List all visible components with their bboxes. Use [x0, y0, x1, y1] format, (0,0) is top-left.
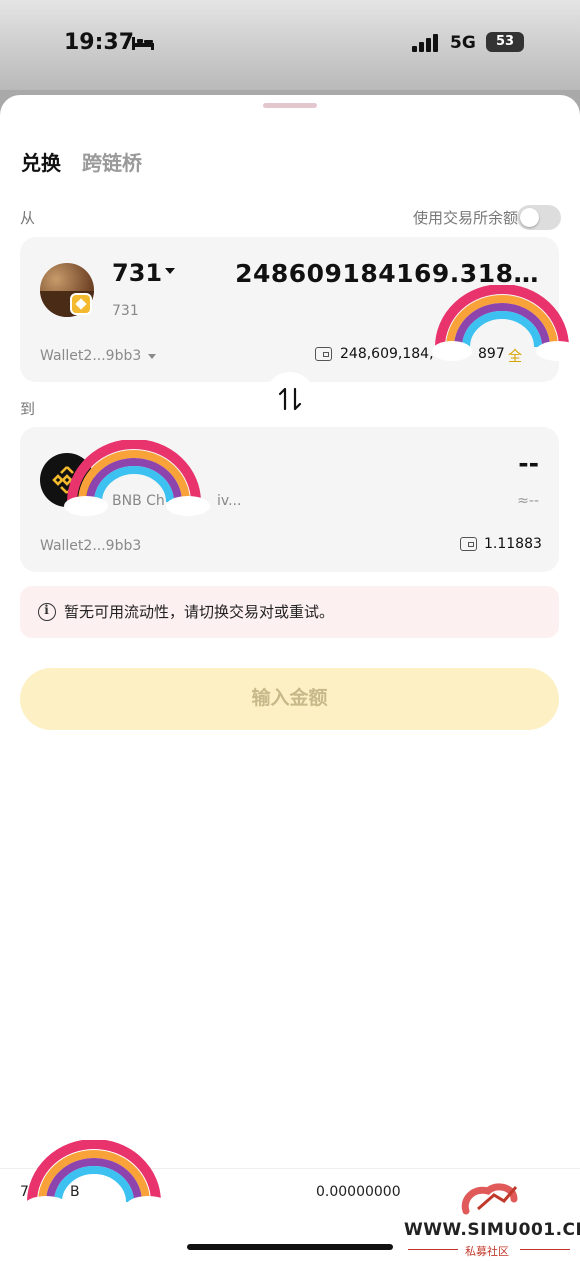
bnb-chain-badge-icon [70, 293, 92, 315]
no-liquidity-alert: 暂无可用流动性，请切换交易对或重试。 [20, 586, 559, 638]
from-token-selector[interactable]: 731 [112, 259, 162, 287]
use-exchange-balance-label: 使用交易所余额 [412, 209, 518, 227]
watermark-url: WWW.SIMU001.CN [404, 1220, 580, 1240]
watermark-divider [408, 1249, 458, 1250]
sleep-focus-icon [132, 37, 154, 50]
to-amount-value: -- [518, 449, 539, 478]
to-amount-approx: ≈-- [517, 493, 539, 509]
to-balance: 1.11883 [484, 536, 542, 552]
network-type: 5G [450, 33, 476, 53]
wallet-icon [315, 347, 332, 361]
bottom-token-value: 0.00000000 [316, 1184, 401, 1200]
watermark-subtitle: 私募社区 [465, 1245, 509, 1258]
rainbow-sticker [64, 440, 210, 516]
from-wallet-selector[interactable]: Wallet2...9bb3 [40, 348, 141, 364]
swap-arrows-icon[interactable] [277, 386, 303, 412]
chevron-down-icon[interactable] [165, 268, 175, 274]
enter-amount-button[interactable]: 输入金额 [20, 668, 559, 730]
home-indicator[interactable] [187, 1244, 393, 1250]
to-wallet-selector[interactable]: Wallet2...9bb3 [40, 538, 141, 554]
rainbow-sticker [24, 1140, 170, 1216]
tab-cross-chain-bridge[interactable]: 跨链桥 [82, 147, 142, 176]
sheet-grabber[interactable] [263, 103, 317, 108]
wallet-icon [460, 537, 477, 551]
wallet-chevron-down-icon[interactable] [148, 354, 156, 359]
battery-icon: 53 [486, 32, 524, 52]
watermark-divider [520, 1249, 570, 1250]
from-token-subtitle: 731 [112, 303, 139, 319]
use-exchange-balance-toggle[interactable] [517, 205, 561, 230]
to-label: 到 [20, 400, 36, 418]
status-time: 19:37 [64, 30, 135, 55]
from-balance-start: 248,609,184, [340, 346, 434, 362]
from-label: 从 [20, 209, 36, 227]
to-token-subtitle-end: iv... [217, 493, 242, 509]
rainbow-sticker [432, 285, 580, 361]
alert-message: 暂无可用流动性，请切换交易对或重试。 [64, 603, 335, 621]
info-icon [38, 603, 56, 621]
swap-sheet: 兑换 跨链桥 从 使用交易所余额 731 731 248609184169.31… [0, 95, 580, 1261]
cellular-signal-icon [412, 34, 438, 52]
tab-swap[interactable]: 兑换 [21, 147, 61, 176]
from-amount-input[interactable]: 248609184169.318… [235, 259, 539, 288]
watermark-logo-icon [461, 1183, 518, 1215]
status-bar: 19:37 5G 53 [0, 0, 580, 90]
